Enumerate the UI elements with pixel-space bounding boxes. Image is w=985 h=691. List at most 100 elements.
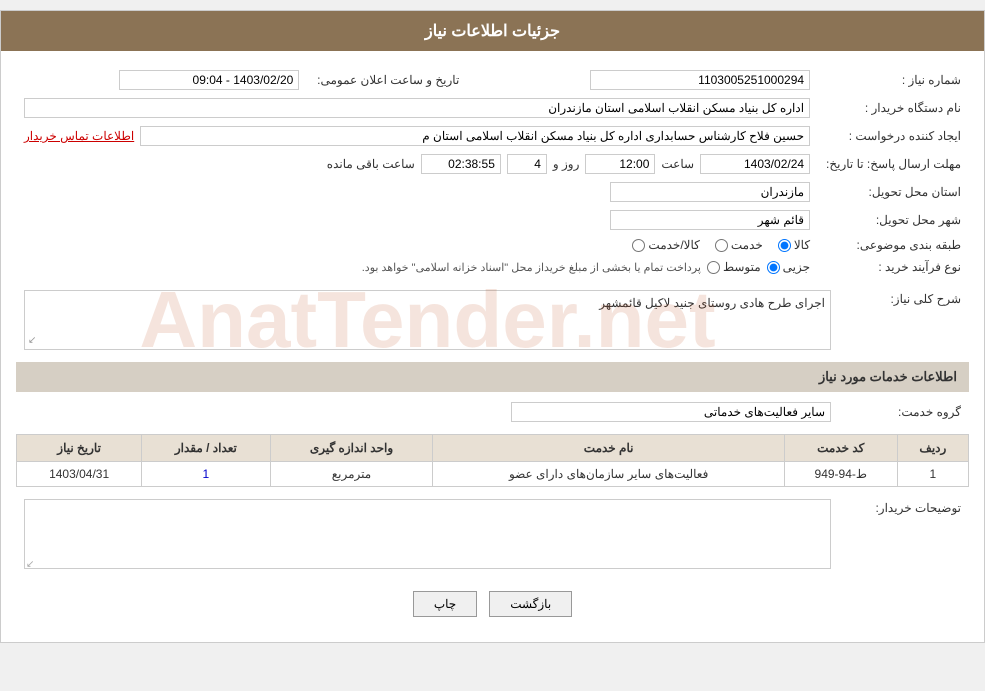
kala-label: کالا (794, 238, 810, 252)
tabaqe-value-cell: کالا خدمت کالا/خدمت (16, 234, 818, 256)
tosifat-label: توضیحات خریدار: (839, 495, 969, 576)
jozii-label: جزیی (783, 260, 810, 274)
radio-motavaset: متوسط (707, 260, 761, 274)
tarikh-saatElan-value-cell (16, 66, 307, 94)
cell-vahed: مترمربع (270, 462, 433, 487)
radio-khadamat-input[interactable] (715, 239, 728, 252)
shahr-label: شهر محل تحویل: (818, 206, 969, 234)
cell-nam: فعالیت‌های سایر سازمان‌های دارای عضو (433, 462, 784, 487)
cell-kod: ط-94-949 (784, 462, 897, 487)
grohe-value-cell (16, 398, 839, 426)
grohe-table: گروه خدمت: (16, 398, 969, 426)
cell-tedad: 1 (142, 462, 270, 487)
mohlat-value-cell: ساعت روز و ساعت باقی مانده (16, 150, 818, 178)
farayand-value-cell: جزیی متوسط پرداخت تمام یا بخشی از مبلغ خ… (16, 256, 818, 278)
farayand-row: جزیی متوسط پرداخت تمام یا بخشی از مبلغ خ… (24, 260, 810, 274)
shomare-niaz-value-cell (467, 66, 818, 94)
etelaat-section-title: اطلاعات خدمات مورد نیاز (819, 369, 957, 384)
page-header: جزئیات اطلاعات نیاز (1, 11, 984, 51)
col-kod: کد خدمت (784, 435, 897, 462)
service-table-head: ردیف کد خدمت نام خدمت واحد اندازه گیری ت… (17, 435, 969, 462)
tarikh-saatElan-label: تاریخ و ساعت اعلان عمومی: (307, 66, 467, 94)
watermark: AnatTender.net (139, 274, 715, 366)
namdastgah-value-cell (16, 94, 818, 122)
tabaqe-label: طبقه بندی موضوعی: (818, 234, 969, 256)
page-container: جزئیات اطلاعات نیاز شماره نیاز : تاریخ و… (0, 10, 985, 643)
row-namdastgah: نام دستگاه خریدار : (16, 94, 969, 122)
kala-khadamat-label: کالا/خدمت (648, 238, 699, 252)
namdastgah-input[interactable] (24, 98, 810, 118)
print-button[interactable]: چاپ (413, 591, 477, 617)
baghimande-input[interactable] (421, 154, 501, 174)
sharh-desc-box: AnatTender.net اجرای طرح هادی روستای جنی… (24, 290, 831, 350)
row-ostan: استان محل تحویل: (16, 178, 969, 206)
sharh-table: شرح کلی نیاز: AnatTender.net اجرای طرح ه… (16, 286, 969, 354)
radio-motavaset-input[interactable] (707, 261, 720, 274)
namdastgah-label: نام دستگاه خریدار : (818, 94, 969, 122)
info-table: شماره نیاز : تاریخ و ساعت اعلان عمومی: ن… (16, 66, 969, 278)
radio-jozii: جزیی (767, 260, 810, 274)
sharh-label-text: شرح کلی نیاز: (890, 292, 961, 306)
motavaset-label: متوسط (723, 260, 761, 274)
ijadkonande-label: ایجاد کننده درخواست : (818, 122, 969, 150)
roz-input[interactable] (507, 154, 547, 174)
radio-kala-khadamat-input[interactable] (632, 239, 645, 252)
saat-label: ساعت (661, 157, 694, 171)
header-title: جزئیات اطلاعات نیاز (425, 23, 560, 40)
mohlat-label: مهلت ارسال پاسخ: تا تاریخ: (818, 150, 969, 178)
tosifat-container: ↙ (24, 499, 831, 572)
shomare-niaz-input[interactable] (590, 70, 810, 90)
ijadkonande-input[interactable] (140, 126, 810, 146)
ostan-value-cell (16, 178, 818, 206)
radio-khadamat: خدمت (715, 238, 763, 252)
sharh-label: شرح کلی نیاز: (839, 286, 969, 354)
shahr-value-cell (16, 206, 818, 234)
radio-kala-khadamat: کالا/خدمت (632, 238, 699, 252)
row-shomare: شماره نیاز : تاریخ و ساعت اعلان عمومی: (16, 66, 969, 94)
sharh-value-text: اجرای طرح هادی روستای جنید لاکیل قائمشهر (599, 296, 825, 310)
row-tabaqe: طبقه بندی موضوعی: کالا خدمت کالا/خدمت (16, 234, 969, 256)
itemasat-link[interactable]: اطلاعات تماس خریدار (24, 129, 134, 143)
radio-kala: کالا (778, 238, 810, 252)
tosifat-textarea[interactable] (24, 499, 831, 569)
tosifat-table: توضیحات خریدار: ↙ (16, 495, 969, 576)
col-tarikh: تاریخ نیاز (17, 435, 142, 462)
ostan-label: استان محل تحویل: (818, 178, 969, 206)
roz-label: روز و (553, 157, 580, 171)
tarikh-saatElan-input[interactable] (119, 70, 299, 90)
service-table-body: 1 ط-94-949 فعالیت‌های سایر سازمان‌های دا… (17, 462, 969, 487)
sharh-value-cell: AnatTender.net اجرای طرح هادی روستای جنی… (16, 286, 839, 354)
col-tedad: تعداد / مقدار (142, 435, 270, 462)
tarikh-input[interactable] (700, 154, 810, 174)
row-mohlat: مهلت ارسال پاسخ: تا تاریخ: ساعت روز و سا… (16, 150, 969, 178)
shahr-input[interactable] (610, 210, 810, 230)
ijadkonande-value-cell: اطلاعات تماس خریدار (16, 122, 818, 150)
shomare-niaz-label: شماره نیاز : (818, 66, 969, 94)
ostan-input[interactable] (610, 182, 810, 202)
grohe-input[interactable] (511, 402, 831, 422)
row-farayand: نوع فرآیند خرید : جزیی متوسط پرداخت تمام… (16, 256, 969, 278)
tosifat-label-text: توضیحات خریدار: (875, 501, 961, 515)
etelaat-section-header: اطلاعات خدمات مورد نیاز (16, 362, 969, 392)
col-nam: نام خدمت (433, 435, 784, 462)
grohe-label: گروه خدمت: (839, 398, 969, 426)
ijadkonande-row: اطلاعات تماس خریدار (24, 126, 810, 146)
tabaqe-radio-group: کالا خدمت کالا/خدمت (24, 238, 810, 252)
saat-input[interactable] (585, 154, 655, 174)
row-tosifat: توضیحات خریدار: ↙ (16, 495, 969, 576)
service-table-header-row: ردیف کد خدمت نام خدمت واحد اندازه گیری ت… (17, 435, 969, 462)
col-vahed: واحد اندازه گیری (270, 435, 433, 462)
row-grohe: گروه خدمت: (16, 398, 969, 426)
cell-tarikh: 1403/04/31 (17, 462, 142, 487)
row-sharh: شرح کلی نیاز: AnatTender.net اجرای طرح ه… (16, 286, 969, 354)
radio-kala-input[interactable] (778, 239, 791, 252)
service-table: ردیف کد خدمت نام خدمت واحد اندازه گیری ت… (16, 434, 969, 487)
farayand-label: نوع فرآیند خرید : (818, 256, 969, 278)
content-area: شماره نیاز : تاریخ و ساعت اعلان عمومی: ن… (1, 51, 984, 642)
resize-icon: ↙ (26, 559, 34, 570)
baghimande-label: ساعت باقی مانده (327, 157, 415, 171)
back-button[interactable]: بازگشت (489, 591, 572, 617)
row-shahr: شهر محل تحویل: (16, 206, 969, 234)
radio-jozii-input[interactable] (767, 261, 780, 274)
cell-radif: 1 (897, 462, 968, 487)
